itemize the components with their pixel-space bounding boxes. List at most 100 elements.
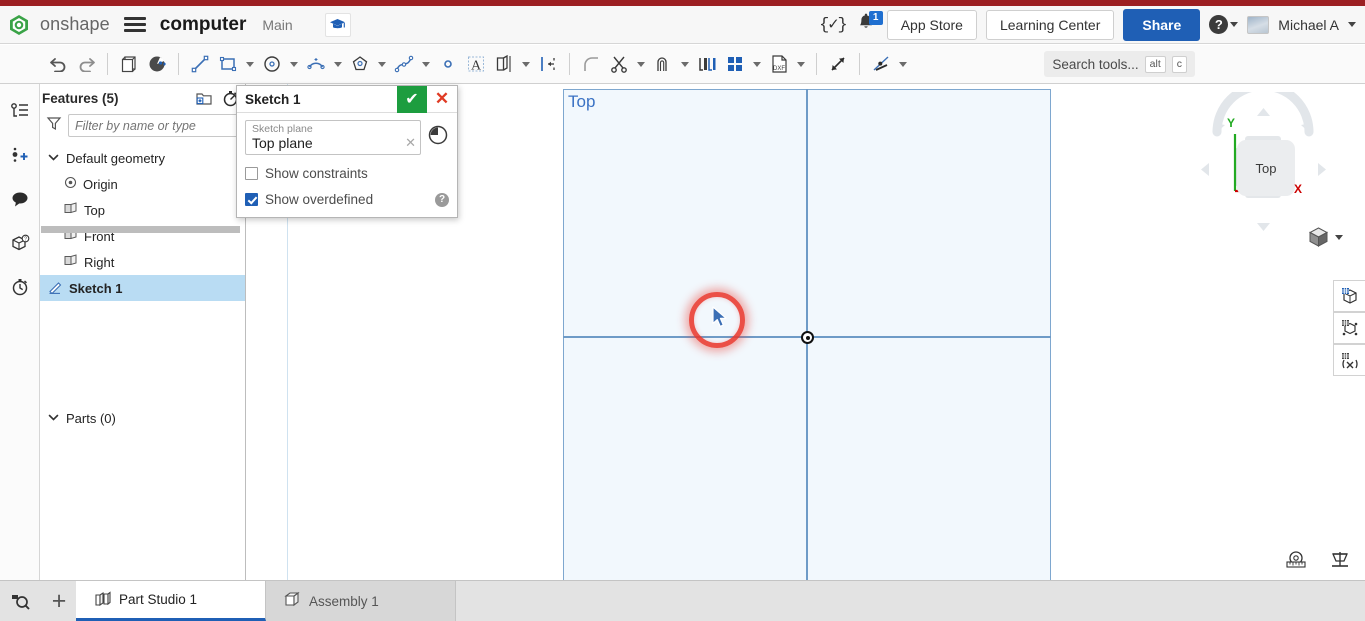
view-orientation-cube-icon[interactable] <box>1307 226 1343 249</box>
toolbar-divider <box>107 53 108 75</box>
constraint-tool-icon[interactable] <box>867 49 895 79</box>
spline-dropdown-chevron-down-icon[interactable] <box>418 49 434 79</box>
insert-feature-icon[interactable] <box>0 138 40 172</box>
feature-list-icon[interactable] <box>0 94 40 128</box>
rectangle-tool-icon[interactable] <box>214 49 242 79</box>
sketch-history-clock-icon[interactable] <box>427 124 449 146</box>
dialog-help-icon[interactable]: ? <box>435 192 449 207</box>
polygon-dropdown-chevron-down-icon[interactable] <box>374 49 390 79</box>
tree-item-right-plane[interactable]: Right <box>40 249 245 275</box>
branch-name[interactable]: Main <box>262 17 292 33</box>
appearance-panel-icon[interactable] <box>1333 312 1365 344</box>
sketch-mode-icon[interactable] <box>143 49 171 79</box>
accept-check-icon[interactable]: ✔ <box>397 85 427 113</box>
user-menu-chevron-down-icon[interactable] <box>1348 22 1356 27</box>
tree-item-top-plane[interactable]: Top <box>40 197 245 223</box>
mirror-dropdown-chevron-down-icon[interactable] <box>518 49 534 79</box>
fillet-tool-icon[interactable] <box>577 49 605 79</box>
show-overdefined-row[interactable]: Show overdefined ? <box>245 192 449 207</box>
history-icon[interactable] <box>0 270 40 304</box>
document-title[interactable]: computer <box>160 14 247 36</box>
dimension-tool-icon[interactable] <box>534 49 562 79</box>
mirror-tool-icon[interactable] <box>490 49 518 79</box>
user-name-label[interactable]: Michael A <box>1278 17 1339 33</box>
view-cube-top-face[interactable]: Top <box>1237 140 1295 196</box>
add-tab-icon[interactable]: + <box>42 581 76 621</box>
cancel-x-icon[interactable]: ✕ <box>427 86 457 113</box>
import-dxf-icon[interactable]: DXF <box>765 49 793 79</box>
sketch-origin-point[interactable] <box>801 331 814 344</box>
circle-tool-icon[interactable] <box>258 49 286 79</box>
tree-item-label: Top <box>84 202 105 218</box>
point-tool-icon[interactable] <box>434 49 462 79</box>
tab-assembly-1[interactable]: Assembly 1 <box>266 581 456 621</box>
learning-center-button[interactable]: Learning Center <box>985 9 1115 40</box>
redo-arrow-icon[interactable] <box>72 49 100 79</box>
view-cube-chevron-down-icon[interactable] <box>1335 235 1343 240</box>
display-state-panel-icon[interactable] <box>1333 280 1365 312</box>
dxf-dropdown-chevron-down-icon[interactable] <box>793 49 809 79</box>
mass-properties-icon[interactable] <box>1329 549 1351 574</box>
feature-filter-input[interactable] <box>68 114 245 137</box>
chevron-down-icon[interactable] <box>48 411 60 426</box>
tab-search-icon[interactable] <box>0 581 42 621</box>
arc-tool-icon[interactable] <box>302 49 330 79</box>
tab-part-studio-1[interactable]: Part Studio 1 <box>76 581 266 621</box>
new-folder-icon[interactable] <box>195 90 213 106</box>
show-constraints-checkbox[interactable] <box>245 167 258 180</box>
graduation-cap-icon[interactable] <box>324 12 351 37</box>
filter-funnel-icon[interactable] <box>46 115 62 136</box>
search-tools-input[interactable]: Search tools... alt c <box>1044 51 1195 77</box>
share-button[interactable]: Share <box>1123 8 1201 41</box>
rollback-bar[interactable] <box>41 226 240 233</box>
measure-tool-icon[interactable] <box>1285 549 1307 574</box>
pattern-tool-icon[interactable] <box>721 49 749 79</box>
undo-arrow-icon[interactable] <box>44 49 72 79</box>
show-overdefined-checkbox[interactable] <box>245 193 258 206</box>
sketch-plane-field[interactable]: Sketch plane Top plane ✕ <box>245 120 421 155</box>
offset-tool-icon[interactable] <box>649 49 677 79</box>
header-right-group: {✓} 1 App Store Learning Center Share ? … <box>819 8 1365 41</box>
show-constraints-row[interactable]: Show constraints <box>245 166 449 181</box>
view-cube[interactable]: Top Y X <box>1189 84 1337 242</box>
offset-dropdown-chevron-down-icon[interactable] <box>677 49 693 79</box>
tree-item-parts[interactable]: Parts (0) <box>40 405 245 431</box>
pattern-dropdown-chevron-down-icon[interactable] <box>749 49 765 79</box>
trim-dropdown-chevron-down-icon[interactable] <box>633 49 649 79</box>
chevron-down-icon[interactable] <box>48 151 60 166</box>
polygon-tool-icon[interactable] <box>346 49 374 79</box>
circle-dropdown-chevron-down-icon[interactable] <box>286 49 302 79</box>
render-panel-icon[interactable] <box>1333 344 1365 376</box>
parts-help-icon[interactable]: ? <box>0 226 40 260</box>
comments-icon[interactable] <box>0 182 40 216</box>
view-cube-y-axis-label: Y <box>1227 116 1236 130</box>
right-panel-rail <box>1333 280 1365 376</box>
arc-dropdown-chevron-down-icon[interactable] <box>330 49 346 79</box>
help-menu[interactable]: ? <box>1209 15 1239 34</box>
sketch-dialog-body: Sketch plane Top plane ✕ Show constraint… <box>237 113 457 217</box>
tree-item-sketch-1[interactable]: Sketch 1 <box>40 275 245 301</box>
brand-name[interactable]: onshape <box>40 14 110 35</box>
hamburger-menu-icon[interactable] <box>123 15 146 35</box>
featurescript-icon[interactable]: {✓} <box>819 14 848 35</box>
tab-label: Part Studio 1 <box>119 592 198 607</box>
rectangle-dropdown-chevron-down-icon[interactable] <box>242 49 258 79</box>
onshape-logo-icon[interactable] <box>8 14 30 36</box>
tree-item-origin[interactable]: Origin <box>40 171 245 197</box>
extend-tool-icon[interactable] <box>824 49 852 79</box>
user-avatar[interactable] <box>1247 15 1270 34</box>
spline-tool-icon[interactable] <box>390 49 418 79</box>
constraint-dropdown-chevron-down-icon[interactable] <box>895 49 911 79</box>
plane-icon <box>64 202 78 218</box>
text-tool-icon[interactable]: A <box>462 49 490 79</box>
clear-field-icon[interactable]: ✕ <box>405 135 416 151</box>
use-projection-icon[interactable] <box>693 49 721 79</box>
notification-bell-icon[interactable]: 1 <box>856 10 883 37</box>
line-tool-icon[interactable] <box>186 49 214 79</box>
trim-tool-icon[interactable] <box>605 49 633 79</box>
tree-item-default-geometry[interactable]: Default geometry <box>40 145 245 171</box>
copy-paste-icon[interactable] <box>115 49 143 79</box>
parts-count-label: Parts (0) <box>66 410 116 426</box>
sketch-dialog[interactable]: Sketch 1 ✔ ✕ Sketch plane Top plane ✕ Sh… <box>236 85 458 218</box>
app-store-button[interactable]: App Store <box>886 9 977 40</box>
